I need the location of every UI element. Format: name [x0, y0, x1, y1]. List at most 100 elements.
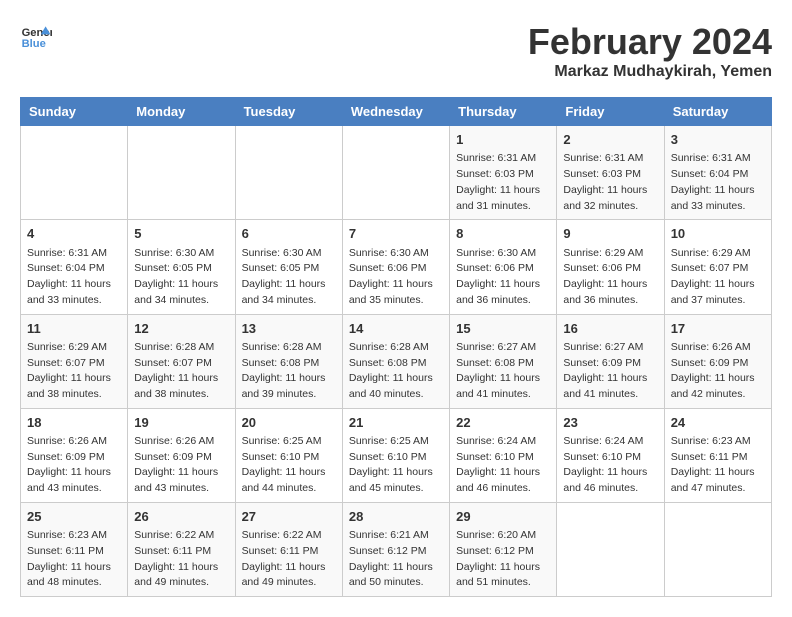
month-title: February 2024: [528, 20, 772, 63]
day-number: 24: [671, 414, 765, 432]
svg-text:Blue: Blue: [22, 38, 46, 50]
day-number: 2: [563, 131, 657, 149]
calendar-cell: [342, 126, 449, 220]
calendar-cell: 15 Sunrise: 6:27 AMSunset: 6:08 PMDayligh…: [450, 314, 557, 408]
calendar-week-row: 4 Sunrise: 6:31 AMSunset: 6:04 PMDaylight…: [21, 220, 772, 314]
day-info: Sunrise: 6:28 AMSunset: 6:08 PMDaylight:…: [242, 340, 336, 403]
calendar-cell: 28 Sunrise: 6:21 AMSunset: 6:12 PMDayligh…: [342, 502, 449, 596]
weekday-header-saturday: Saturday: [664, 98, 771, 126]
calendar-cell: 23Sunrise: 6:24 AMSunset: 6:10 PMDayligh…: [557, 408, 664, 502]
day-number: 22: [456, 414, 550, 432]
calendar-week-row: 1 Sunrise: 6:31 AMSunset: 6:03 PMDaylight…: [21, 126, 772, 220]
day-number: 5: [134, 225, 228, 243]
calendar-week-row: 11 Sunrise: 6:29 AMSunset: 6:07 PMDayligh…: [21, 314, 772, 408]
day-info: Sunrise: 6:31 AMSunset: 6:04 PMDaylight:…: [27, 246, 121, 309]
calendar-cell: 18 Sunrise: 6:26 AMSunset: 6:09 PMDayligh…: [21, 408, 128, 502]
weekday-header-wednesday: Wednesday: [342, 98, 449, 126]
day-number: 18: [27, 414, 121, 432]
weekday-header-tuesday: Tuesday: [235, 98, 342, 126]
day-info: Sunrise: 6:21 AMSunset: 6:12 PMDaylight:…: [349, 528, 443, 591]
day-info: Sunrise: 6:29 AMSunset: 6:07 PMDaylight:…: [27, 340, 121, 403]
day-info: Sunrise: 6:26 AMSunset: 6:09 PMDaylight:…: [134, 434, 228, 497]
calendar-cell: 7 Sunrise: 6:30 AMSunset: 6:06 PMDaylight…: [342, 220, 449, 314]
logo-icon: General Blue: [20, 20, 52, 52]
day-number: 20: [242, 414, 336, 432]
day-info: Sunrise: 6:26 AMSunset: 6:09 PMDaylight:…: [671, 340, 765, 403]
day-number: 4: [27, 225, 121, 243]
day-info: Sunrise: 6:31 AMSunset: 6:03 PMDaylight:…: [563, 151, 657, 214]
day-info: Sunrise: 6:29 AMSunset: 6:06 PMDaylight:…: [563, 246, 657, 309]
day-info: Sunrise: 6:30 AMSunset: 6:05 PMDaylight:…: [134, 246, 228, 309]
day-number: 9: [563, 225, 657, 243]
day-info: Sunrise: 6:26 AMSunset: 6:09 PMDaylight:…: [27, 434, 121, 497]
calendar-cell: 19 Sunrise: 6:26 AMSunset: 6:09 PMDayligh…: [128, 408, 235, 502]
calendar-cell: 6Sunrise: 6:30 AMSunset: 6:05 PMDaylight…: [235, 220, 342, 314]
calendar-cell: 14Sunrise: 6:28 AMSunset: 6:08 PMDayligh…: [342, 314, 449, 408]
day-info: Sunrise: 6:31 AMSunset: 6:04 PMDaylight:…: [671, 151, 765, 214]
day-number: 16: [563, 320, 657, 338]
day-info: Sunrise: 6:27 AMSunset: 6:09 PMDaylight:…: [563, 340, 657, 403]
day-number: 11: [27, 320, 121, 338]
day-number: 12: [134, 320, 228, 338]
calendar-cell: 2 Sunrise: 6:31 AMSunset: 6:03 PMDaylight…: [557, 126, 664, 220]
weekday-header-row: SundayMondayTuesdayWednesdayThursdayFrid…: [21, 98, 772, 126]
day-number: 7: [349, 225, 443, 243]
calendar-cell: [664, 502, 771, 596]
calendar-cell: [128, 126, 235, 220]
day-number: 10: [671, 225, 765, 243]
calendar-cell: [235, 126, 342, 220]
calendar-cell: 12 Sunrise: 6:28 AMSunset: 6:07 PMDayligh…: [128, 314, 235, 408]
calendar-cell: [21, 126, 128, 220]
calendar-cell: 5 Sunrise: 6:30 AMSunset: 6:05 PMDaylight…: [128, 220, 235, 314]
day-number: 26: [134, 508, 228, 526]
calendar-cell: 13 Sunrise: 6:28 AMSunset: 6:08 PMDayligh…: [235, 314, 342, 408]
calendar-cell: 17 Sunrise: 6:26 AMSunset: 6:09 PMDayligh…: [664, 314, 771, 408]
weekday-header-sunday: Sunday: [21, 98, 128, 126]
calendar-cell: [557, 502, 664, 596]
day-info: Sunrise: 6:25 AMSunset: 6:10 PMDaylight:…: [349, 434, 443, 497]
calendar-cell: 24 Sunrise: 6:23 AMSunset: 6:11 PMDayligh…: [664, 408, 771, 502]
day-info: Sunrise: 6:22 AMSunset: 6:11 PMDaylight:…: [242, 528, 336, 591]
day-number: 19: [134, 414, 228, 432]
day-number: 21: [349, 414, 443, 432]
day-info: Sunrise: 6:30 AMSunset: 6:06 PMDaylight:…: [349, 246, 443, 309]
calendar-cell: 10 Sunrise: 6:29 AMSunset: 6:07 PMDayligh…: [664, 220, 771, 314]
calendar-cell: 20 Sunrise: 6:25 AMSunset: 6:10 PMDayligh…: [235, 408, 342, 502]
calendar-cell: 4 Sunrise: 6:31 AMSunset: 6:04 PMDaylight…: [21, 220, 128, 314]
page-header: General Blue February 2024 Markaz Mudhay…: [20, 20, 772, 81]
day-number: 15: [456, 320, 550, 338]
day-info: Sunrise: 6:27 AMSunset: 6:08 PMDaylight:…: [456, 340, 550, 403]
day-number: 13: [242, 320, 336, 338]
day-number: 29: [456, 508, 550, 526]
day-info: Sunrise: 6:20 AMSunset: 6:12 PMDaylight:…: [456, 528, 550, 591]
day-info: Sunrise: 6:30 AMSunset: 6:06 PMDaylight:…: [456, 246, 550, 309]
calendar-week-row: 25 Sunrise: 6:23 AMSunset: 6:11 PMDayligh…: [21, 502, 772, 596]
day-info: Sunrise: 6:29 AMSunset: 6:07 PMDaylight:…: [671, 246, 765, 309]
day-number: 3: [671, 131, 765, 149]
calendar-cell: 22 Sunrise: 6:24 AMSunset: 6:10 PMDayligh…: [450, 408, 557, 502]
day-info: Sunrise: 6:24 AMSunset: 6:10 PMDaylight:…: [456, 434, 550, 497]
day-info: Sunrise: 6:23 AMSunset: 6:11 PMDaylight:…: [27, 528, 121, 591]
day-number: 25: [27, 508, 121, 526]
calendar-cell: 27 Sunrise: 6:22 AMSunset: 6:11 PMDayligh…: [235, 502, 342, 596]
calendar-cell: 16 Sunrise: 6:27 AMSunset: 6:09 PMDayligh…: [557, 314, 664, 408]
calendar-cell: 1Sunrise: 6:31 AMSunset: 6:03 PMDaylight…: [450, 126, 557, 220]
day-info: Sunrise: 6:28 AMSunset: 6:07 PMDaylight:…: [134, 340, 228, 403]
calendar-week-row: 18 Sunrise: 6:26 AMSunset: 6:09 PMDayligh…: [21, 408, 772, 502]
day-number: 27: [242, 508, 336, 526]
location-title: Markaz Mudhaykirah, Yemen: [528, 63, 772, 81]
calendar-cell: 9 Sunrise: 6:29 AMSunset: 6:06 PMDaylight…: [557, 220, 664, 314]
day-info: Sunrise: 6:28 AMSunset: 6:08 PMDaylight:…: [349, 340, 443, 403]
calendar-cell: 3 Sunrise: 6:31 AMSunset: 6:04 PMDaylight…: [664, 126, 771, 220]
day-number: 8: [456, 225, 550, 243]
calendar-cell: 26 Sunrise: 6:22 AMSunset: 6:11 PMDayligh…: [128, 502, 235, 596]
day-info: Sunrise: 6:22 AMSunset: 6:11 PMDaylight:…: [134, 528, 228, 591]
day-number: 1: [456, 131, 550, 149]
day-info: Sunrise: 6:23 AMSunset: 6:11 PMDaylight:…: [671, 434, 765, 497]
calendar-cell: 21 Sunrise: 6:25 AMSunset: 6:10 PMDayligh…: [342, 408, 449, 502]
day-number: 17: [671, 320, 765, 338]
day-info: Sunrise: 6:25 AMSunset: 6:10 PMDaylight:…: [242, 434, 336, 497]
title-block: February 2024 Markaz Mudhaykirah, Yemen: [528, 20, 772, 81]
day-number: 23: [563, 414, 657, 432]
day-number: 28: [349, 508, 443, 526]
